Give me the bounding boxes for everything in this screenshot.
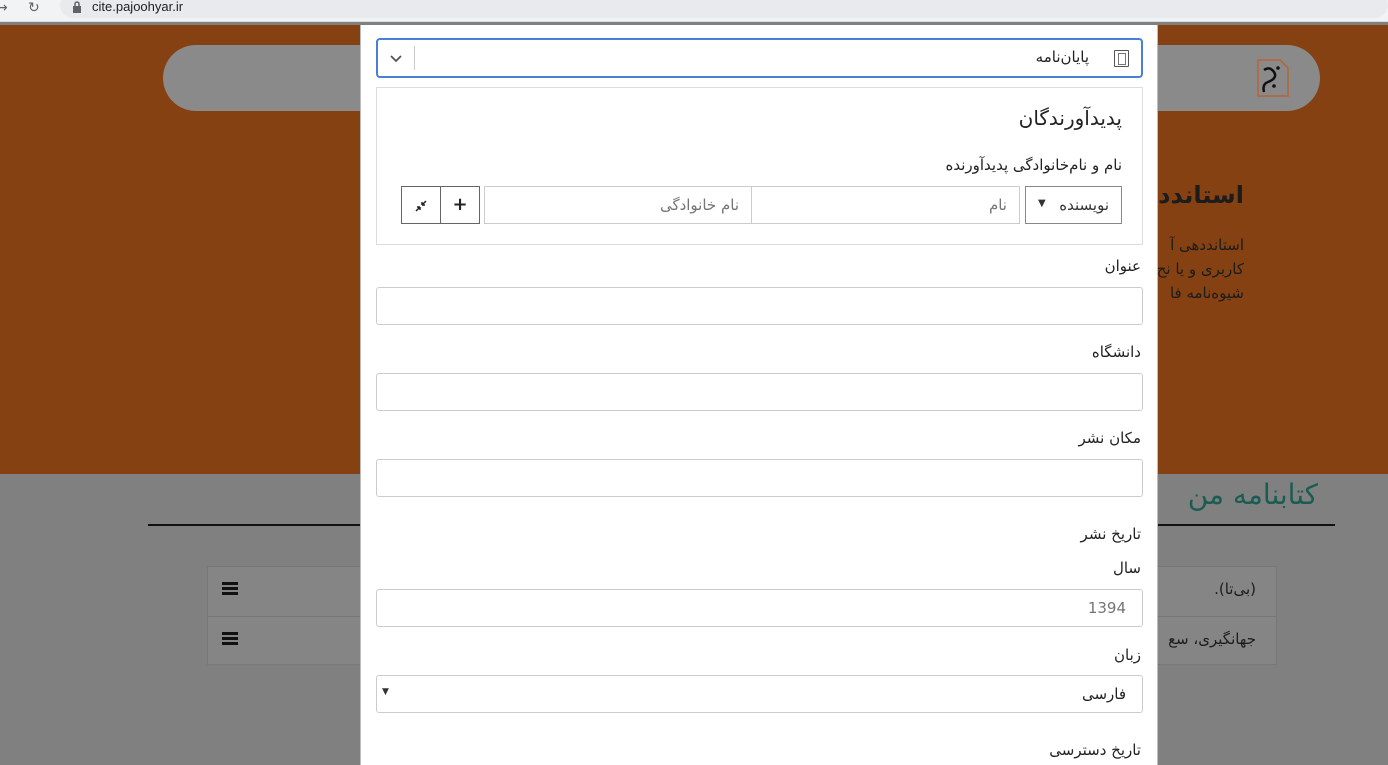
hero-title: استاندده xyxy=(1144,181,1244,209)
lock-icon xyxy=(73,1,81,13)
forward-icon[interactable]: → xyxy=(0,0,8,16)
first-name-input[interactable] xyxy=(751,186,1020,224)
list-item-text: جهانگیری، سع xyxy=(1168,630,1256,648)
hero-line: استانددهی آ xyxy=(1170,236,1244,254)
menu-icon[interactable] xyxy=(222,582,238,596)
language-value: فارسی xyxy=(1081,685,1126,703)
year-input[interactable] xyxy=(376,589,1143,627)
hero-line: کاربری و یا نح xyxy=(1156,260,1244,278)
site-logo-icon xyxy=(1257,59,1289,97)
creators-panel: پدیدآورندگان نام و نام‌خانوادگی پدیدآورن… xyxy=(376,87,1143,245)
publish-place-label: مکان نشر xyxy=(1078,429,1141,447)
list-item-text: (بی‌تا). xyxy=(1214,580,1256,598)
address-bar[interactable] xyxy=(60,0,1388,18)
reload-icon[interactable]: ↻ xyxy=(28,0,40,16)
university-input[interactable] xyxy=(376,373,1143,411)
access-date-label: تاریخ دسترسی xyxy=(1049,741,1141,759)
university-label: دانشگاه xyxy=(1091,343,1141,361)
add-creator-button[interactable]: + xyxy=(440,186,480,224)
publish-place-input[interactable] xyxy=(376,459,1143,497)
source-type-value: پایان‌نامه xyxy=(1035,48,1089,66)
last-name-input[interactable] xyxy=(484,186,752,224)
creator-role-dropdown[interactable]: نویسنده ▼ xyxy=(1025,186,1122,224)
hero-line: شیوه‌نامه فا xyxy=(1169,284,1244,302)
caret-down-icon: ▼ xyxy=(382,687,389,697)
chevron-down-icon[interactable] xyxy=(389,46,403,70)
title-input[interactable] xyxy=(376,287,1143,325)
source-type-select[interactable]: پایان‌نامه xyxy=(376,38,1143,78)
citation-form-modal: پایان‌نامه پدیدآورندگان نام و نام‌خانواد… xyxy=(360,25,1158,765)
creator-role-label: نویسنده xyxy=(1059,196,1109,214)
menu-icon[interactable] xyxy=(222,632,238,646)
language-label: زبان xyxy=(1113,646,1141,664)
bibliography-title: کتابنامه من xyxy=(1187,478,1318,511)
creator-name-label: نام و نام‌خانوادگی پدیدآورنده xyxy=(945,156,1122,174)
minimize-icon xyxy=(415,200,427,212)
year-label: سال xyxy=(1112,559,1141,577)
creators-heading: پدیدآورندگان xyxy=(1018,106,1122,130)
url-text[interactable]: cite.pajoohyar.ir xyxy=(92,0,183,14)
caret-down-icon: ▼ xyxy=(1038,198,1046,209)
browser-toolbar: → ↻ cite.pajoohyar.ir xyxy=(0,0,1388,22)
select-separator xyxy=(414,46,415,70)
document-icon xyxy=(1114,50,1129,67)
language-select[interactable]: فارسی ▼ xyxy=(376,675,1143,713)
plus-icon: + xyxy=(452,194,468,215)
title-label: عنوان xyxy=(1104,257,1141,275)
publish-date-label: تاریخ نشر xyxy=(1080,525,1141,543)
collapse-creator-button[interactable] xyxy=(401,186,441,224)
